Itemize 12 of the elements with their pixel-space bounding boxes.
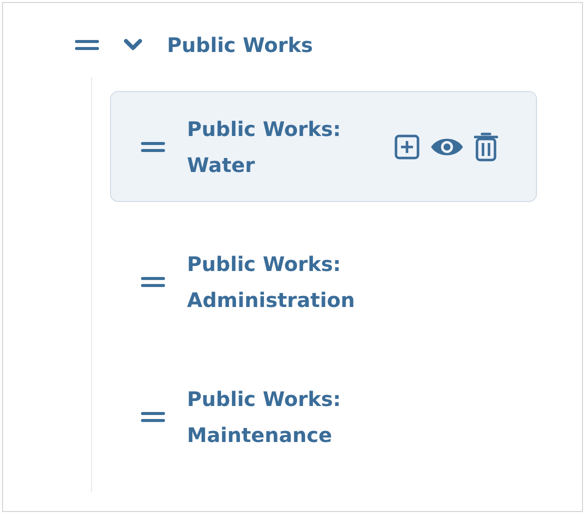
add-icon[interactable] xyxy=(394,134,420,160)
tree-item-label[interactable]: Public Works: Administration xyxy=(187,246,372,318)
tree-item-label[interactable]: Public Works xyxy=(167,27,313,63)
trash-icon[interactable] xyxy=(474,132,498,162)
drag-handle-icon[interactable] xyxy=(141,276,165,286)
tree-item-highlight[interactable]: Public Works: Water xyxy=(110,91,537,202)
tree-item-label[interactable]: Public Works: Maintenance xyxy=(187,380,372,452)
drag-handle-icon[interactable] xyxy=(141,142,165,152)
tree-item-label[interactable]: Public Works: Water xyxy=(187,110,372,182)
drag-handle-icon[interactable] xyxy=(141,412,165,422)
chevron-down-icon[interactable] xyxy=(123,38,143,52)
drag-handle-icon[interactable] xyxy=(75,40,99,50)
